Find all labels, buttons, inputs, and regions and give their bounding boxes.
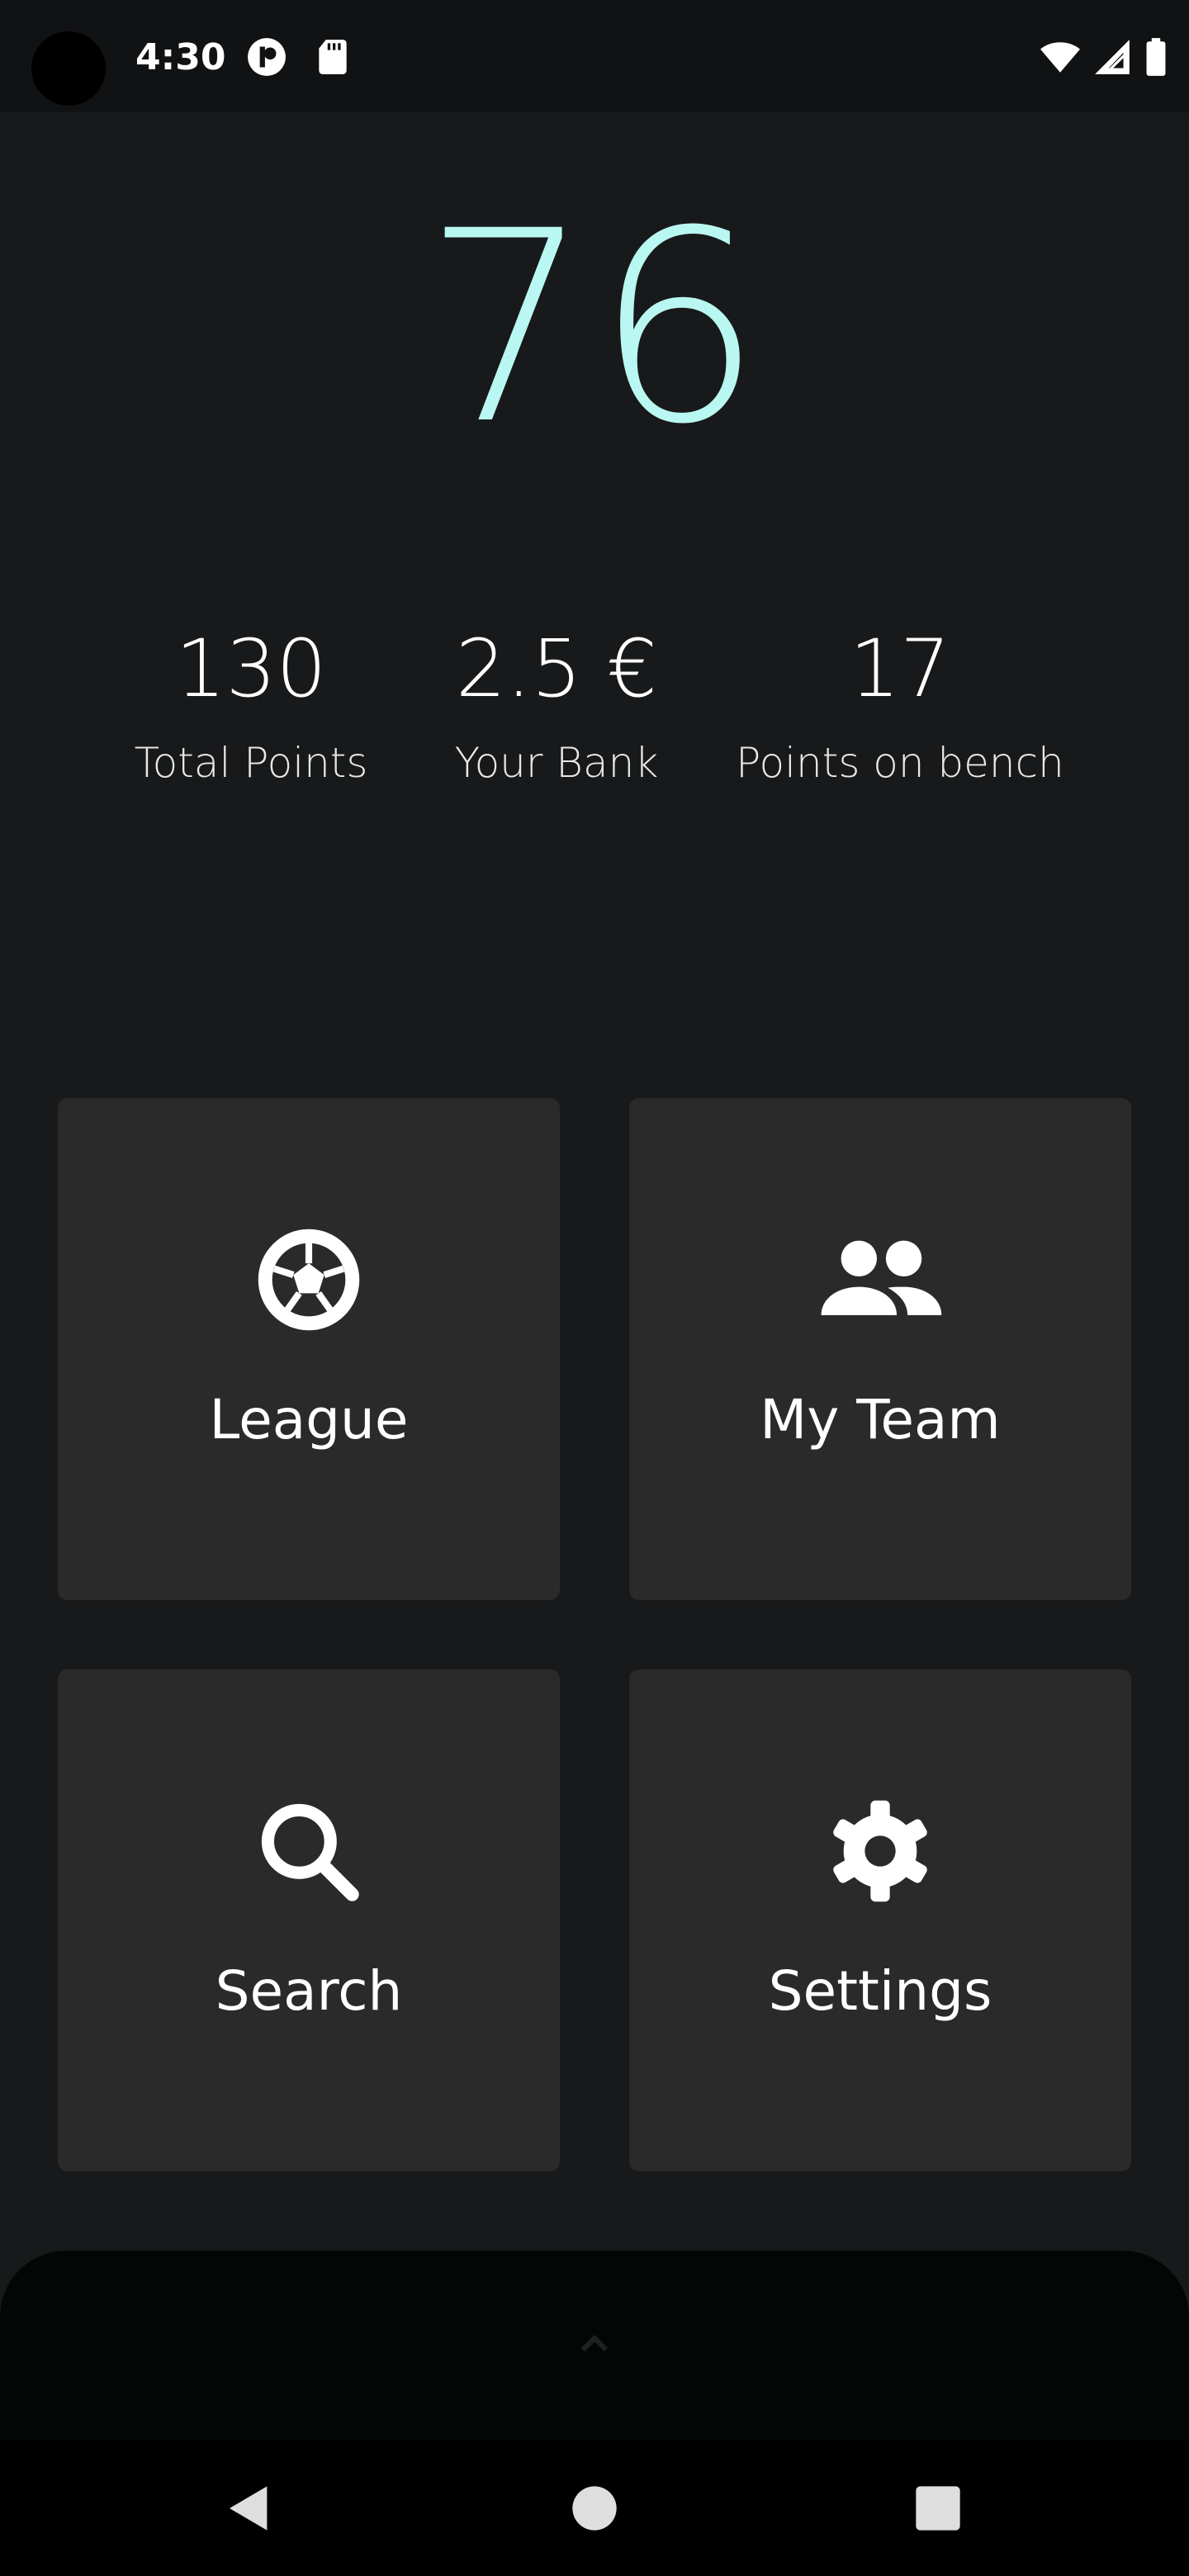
search-card[interactable]: Search	[58, 1669, 560, 2171]
app-screen: 4:30 76 130 Total Points 2.5 € Your Bank…	[0, 0, 1189, 2576]
soccer-ball-icon	[251, 1222, 367, 1338]
my-team-card[interactable]: My Team	[629, 1098, 1131, 1600]
league-card[interactable]: League	[58, 1098, 560, 1600]
app-notification-icon	[246, 36, 287, 78]
recents-icon[interactable]	[912, 2482, 964, 2535]
stat-label: Points on bench	[736, 739, 1064, 787]
back-icon[interactable]	[223, 2482, 276, 2535]
stat-value: 130	[175, 623, 327, 715]
status-time: 4:30	[135, 36, 226, 78]
stat-your-bank: 2.5 € Your Bank	[433, 619, 680, 789]
cellular-signal-icon	[1092, 36, 1133, 78]
bottom-sheet[interactable]	[0, 2251, 1189, 2441]
people-icon	[814, 1222, 946, 1338]
gear-icon	[822, 1793, 938, 1909]
search-card-label: Search	[215, 1959, 403, 2023]
sd-card-icon	[312, 36, 353, 78]
my-team-card-label: My Team	[760, 1388, 1001, 1451]
wifi-icon	[1037, 36, 1083, 78]
search-icon	[251, 1793, 367, 1909]
stat-value: 2.5 €	[455, 623, 658, 715]
home-icon[interactable]	[568, 2482, 621, 2535]
camera-cutout	[31, 31, 106, 106]
gameweek-points: 76	[423, 175, 766, 482]
settings-card[interactable]: Settings	[629, 1669, 1131, 2171]
navigation-bar	[0, 2441, 1189, 2576]
league-card-label: League	[209, 1388, 409, 1451]
status-bar: 4:30	[0, 0, 1189, 112]
settings-card-label: Settings	[768, 1959, 992, 2023]
stat-value: 17	[849, 623, 951, 715]
stat-label: Your Bank	[454, 739, 659, 787]
battery-icon	[1141, 36, 1171, 78]
stat-label: Total Points	[134, 739, 368, 787]
chevron-up-icon[interactable]	[575, 2325, 614, 2365]
stat-points-on-bench: 17 Points on bench	[727, 619, 1073, 789]
stat-total-points: 130 Total Points	[127, 619, 375, 789]
